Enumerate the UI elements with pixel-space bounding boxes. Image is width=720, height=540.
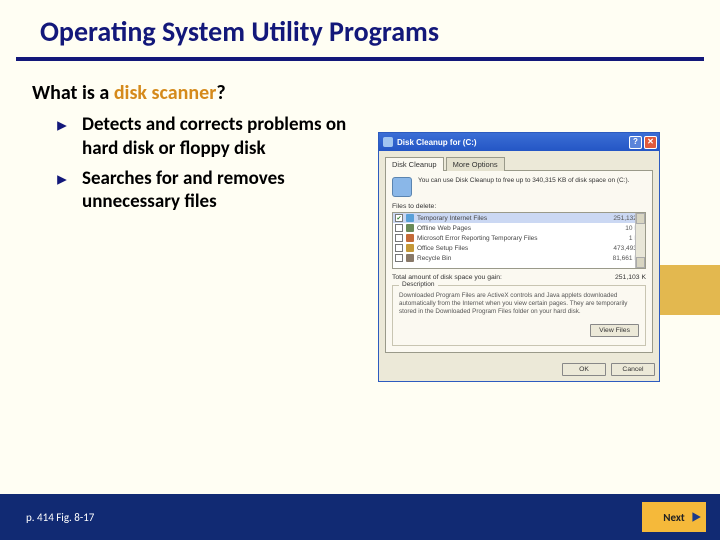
question-key: disk scanner [114,81,217,105]
slide-title: Operating System Utility Programs [16,0,704,61]
checkbox-icon[interactable] [395,254,403,262]
tab-more-options[interactable]: More Options [446,157,505,171]
total-row: Total amount of disk space you gain: 251… [392,274,646,281]
checkbox-icon[interactable]: ✔ [395,214,403,222]
question-tail: ? [216,81,225,105]
window-title-text: Disk Cleanup for (C:) [397,138,477,147]
file-type-icon [406,224,414,232]
disk-cleanup-window: Disk Cleanup for (C:) ? ✕ Disk Cleanup M… [378,132,660,382]
cancel-button[interactable]: Cancel [611,363,655,376]
tab-panel: You can use Disk Cleanup to free up to 3… [385,170,653,353]
item-name: Temporary Internet Files [417,215,609,222]
next-label: Next [663,511,684,524]
file-type-icon [406,234,414,242]
bullet-arrow-icon [56,115,68,161]
files-listbox[interactable]: ✔ Temporary Internet Files 251,132 K Off… [392,212,646,269]
tab-disk-cleanup[interactable]: Disk Cleanup [385,157,444,171]
checkbox-icon[interactable] [395,244,403,252]
file-type-icon [406,214,414,222]
description-text: Downloaded Program Files are ActiveX con… [399,292,639,318]
list-item[interactable]: Recycle Bin 81,661 KB [393,253,645,263]
item-name: Offline Web Pages [417,225,621,232]
intro-text: You can use Disk Cleanup to free up to 3… [418,177,646,197]
tab-bar: Disk Cleanup More Options [385,157,653,171]
checkbox-icon[interactable] [395,224,403,232]
next-arrow-icon [690,511,702,523]
checkbox-icon[interactable] [395,234,403,242]
list-item[interactable]: Microsoft Error Reporting Temporary File… [393,233,645,243]
page-reference: p. 414 Fig. 8-17 [26,511,94,524]
item-name: Office Setup Files [417,245,609,252]
description-group: Description Downloaded Program Files are… [392,285,646,346]
list-item[interactable]: ✔ Temporary Internet Files 251,132 K [393,213,645,223]
footer-bar: p. 414 Fig. 8-17 [0,494,720,540]
view-files-button[interactable]: View Files [590,324,639,337]
bullet-item: Detects and corrects problems on hard di… [56,113,376,161]
close-button[interactable]: ✕ [644,136,657,149]
bullet-text: Searches for and removes unnecessary fil… [82,167,376,215]
scrollbar[interactable] [635,213,645,268]
help-button[interactable]: ? [629,136,642,149]
disk-cleanup-icon [383,137,393,147]
file-type-icon [406,254,414,262]
file-type-icon [406,244,414,252]
window-titlebar[interactable]: Disk Cleanup for (C:) ? ✕ [379,133,659,151]
bullet-text: Detects and corrects problems on hard di… [82,113,376,161]
total-value: 251,103 K [615,274,646,281]
total-label: Total amount of disk space you gain: [392,274,502,281]
bullet-list: Detects and corrects problems on hard di… [56,113,376,214]
bullet-arrow-icon [56,169,68,215]
ok-button[interactable]: OK [562,363,606,376]
disk-cleanup-large-icon [392,177,412,197]
bullet-item: Searches for and removes unnecessary fil… [56,167,376,215]
next-button[interactable]: Next [642,502,706,532]
item-name: Microsoft Error Reporting Temporary File… [417,235,625,242]
description-label: Description [399,281,438,288]
list-item[interactable]: Office Setup Files 473,493 K [393,243,645,253]
item-name: Recycle Bin [417,255,609,262]
files-to-delete-label: Files to delete: [392,203,646,210]
question-lead: What is a [32,81,114,105]
question: What is a disk scanner? [32,81,720,105]
list-item[interactable]: Offline Web Pages 10 KB [393,223,645,233]
